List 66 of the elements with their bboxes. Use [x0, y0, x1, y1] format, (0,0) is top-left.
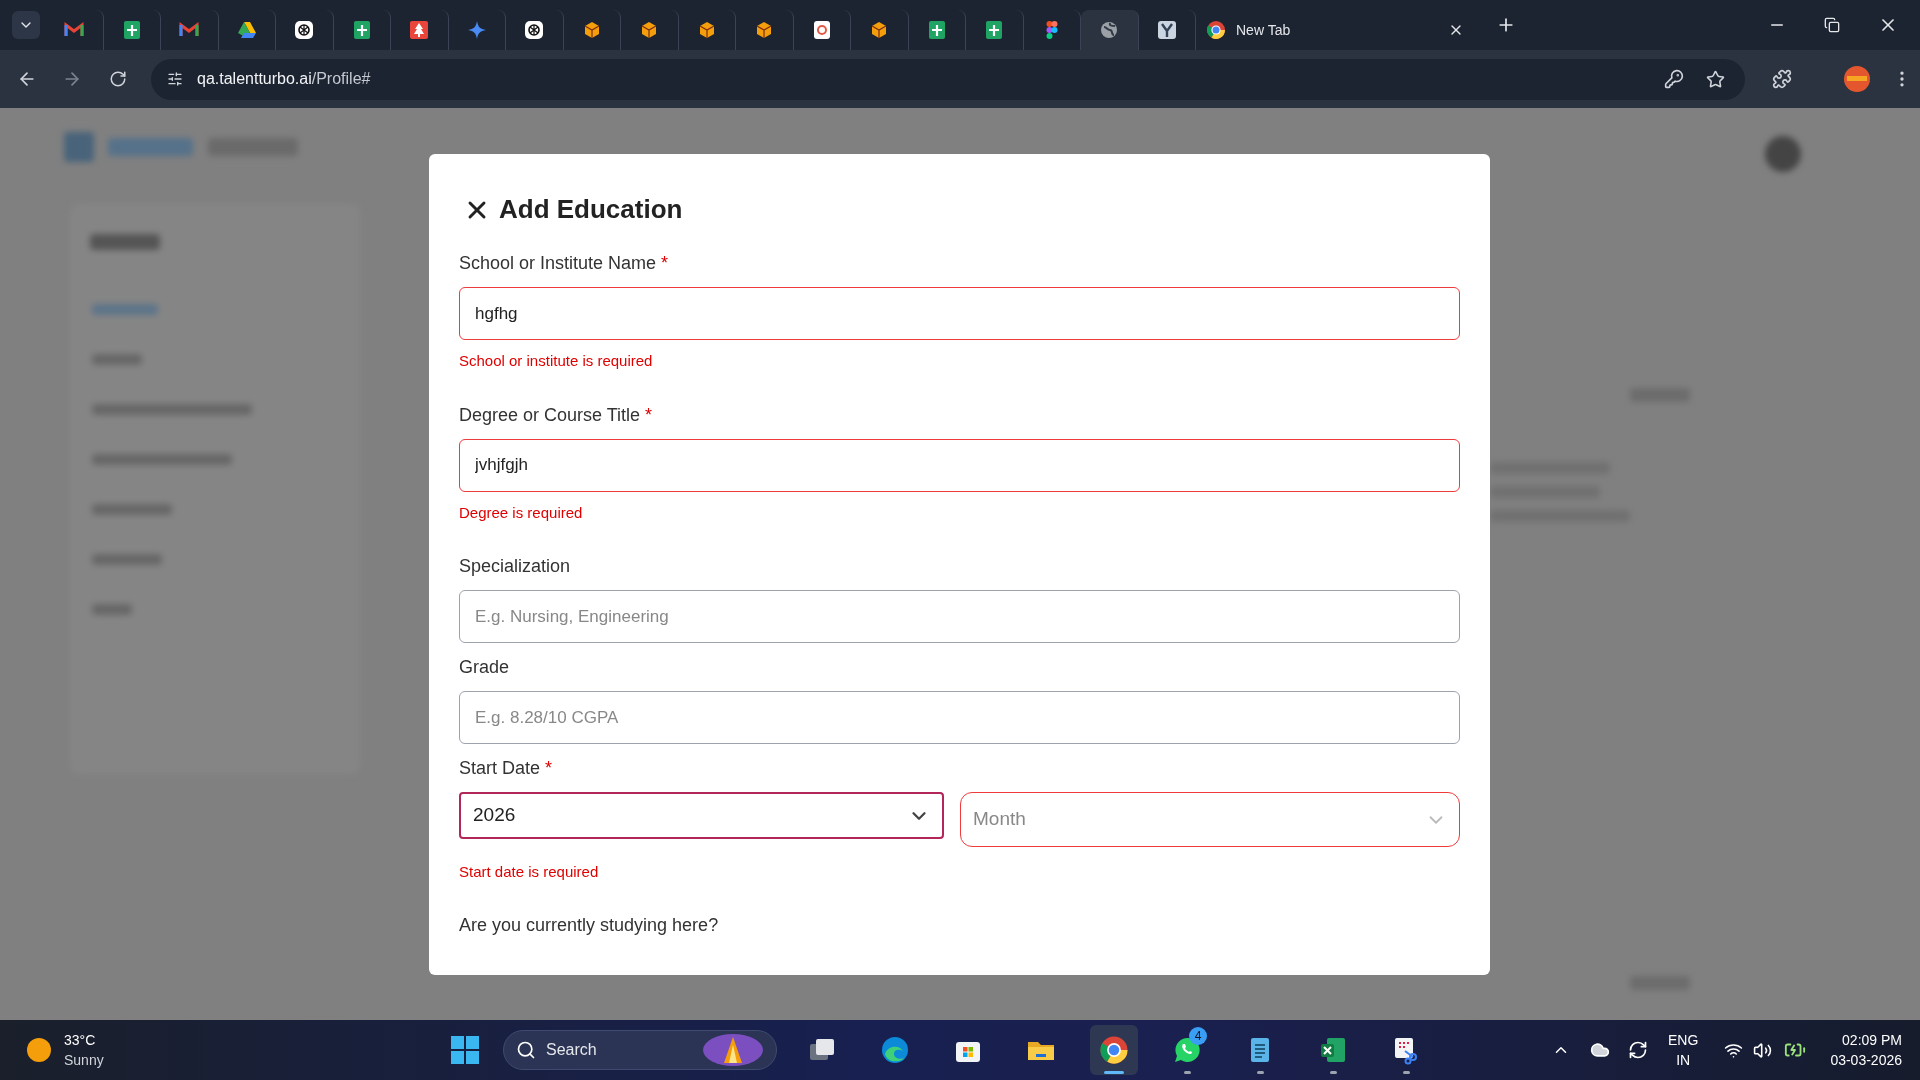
question-label: Are you currently studying here? [459, 913, 720, 937]
clock-time[interactable]: 02:09 PM [1842, 1030, 1902, 1050]
reload-icon[interactable] [109, 70, 127, 88]
clock-date[interactable]: 03-03-2026 [1830, 1050, 1902, 1070]
required-mark: * [661, 252, 669, 275]
error-message: Start date is required [459, 862, 600, 882]
sun-icon [26, 1037, 52, 1063]
required-mark: * [645, 403, 653, 427]
text-input[interactable]: E.g. Nursing, Engineering [459, 590, 1460, 643]
spreadsheet-icon[interactable] [1318, 1035, 1348, 1065]
field-label: Grade [459, 656, 510, 679]
region-text[interactable]: IN [1676, 1050, 1691, 1070]
running-indicator [1402, 1071, 1410, 1074]
url-text: qa.talentturbo.ai/Profile# [197, 69, 371, 89]
text-input[interactable]: jvhjfgjh [459, 438, 1460, 492]
running-indicator [1256, 1071, 1264, 1074]
chrome-logo-icon [1206, 20, 1226, 40]
field-label: Degree or Course Title [459, 403, 641, 427]
running-indicator [1104, 1071, 1124, 1074]
error-message: School or institute is required [459, 351, 654, 371]
notification-badge: 4 [1189, 1027, 1207, 1045]
taskbar-app[interactable] [1090, 1025, 1138, 1075]
spreadsheet-icon [984, 20, 1005, 40]
language-text[interactable]: ENG [1668, 1030, 1699, 1050]
speaker-icon[interactable] [1753, 1040, 1773, 1060]
dialog-title: Add Education [499, 193, 683, 226]
running-indicator [1183, 1071, 1191, 1074]
restore-icon[interactable] [1824, 17, 1840, 33]
text-input[interactable]: hgfhg [459, 287, 1460, 340]
search-field[interactable]: Search [503, 1030, 777, 1070]
select-dropdown[interactable]: 2026 [459, 792, 944, 839]
taskbar-app[interactable]: 4 [1163, 1025, 1211, 1075]
running-indicator [1329, 1071, 1337, 1074]
spreadsheet-icon [121, 20, 142, 40]
cloud-icon[interactable] [1590, 1040, 1611, 1060]
text-input[interactable]: E.g. 8.28/10 CGPA [459, 691, 1460, 744]
globe-icon [1099, 20, 1120, 40]
field-label: Start Date [459, 757, 541, 780]
key-icon[interactable] [1664, 69, 1684, 89]
sync-icon[interactable] [1628, 1040, 1649, 1060]
tab-list-button[interactable] [12, 11, 40, 39]
spreadsheet-icon [351, 20, 372, 40]
browser-tab[interactable]: New Tab [1196, 10, 1474, 50]
triangle-icon [236, 20, 257, 40]
knot-icon [524, 20, 545, 40]
wave-logo-icon[interactable] [880, 1035, 910, 1065]
select-dropdown[interactable]: Month [960, 792, 1460, 847]
required-mark: * [545, 757, 553, 780]
tab-title: New Tab [1236, 20, 1292, 40]
avatar-icon[interactable] [1844, 66, 1870, 92]
error-message: Degree is required [459, 502, 584, 523]
start-icon[interactable] [450, 1035, 480, 1065]
field-label: Specialization [459, 555, 571, 578]
spreadsheet-icon [926, 20, 947, 40]
fork-icon [1156, 20, 1177, 40]
temperature-text: 33°C [64, 1031, 97, 1050]
tree-icon [409, 20, 430, 40]
document-icon [811, 20, 832, 40]
knot-icon [294, 20, 315, 40]
extensions-icon[interactable] [1772, 69, 1792, 89]
chrome-logo-icon [1099, 1035, 1129, 1065]
field-label: School or Institute Name [459, 252, 657, 275]
weather-condition: Sunny [64, 1051, 104, 1070]
search-icon [516, 1040, 536, 1060]
bookmark-star-icon[interactable] [1706, 69, 1725, 89]
address-bar[interactable]: qa.talentturbo.ai/Profile# [151, 58, 1745, 100]
